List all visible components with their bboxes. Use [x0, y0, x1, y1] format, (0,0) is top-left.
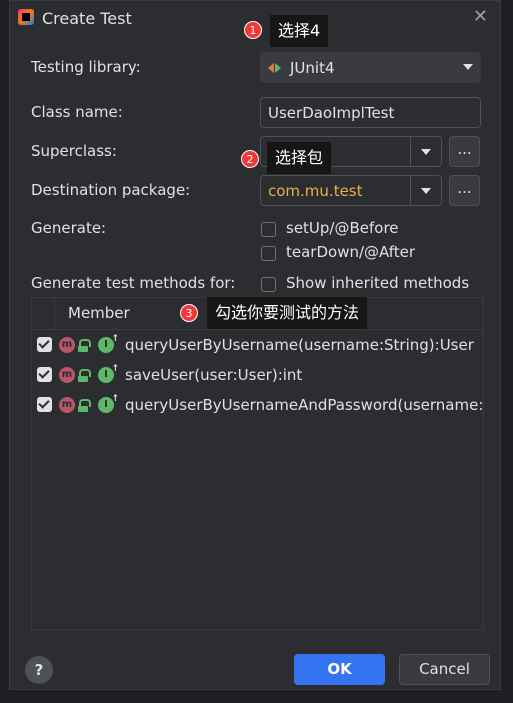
annotation-badge-1: 1 [244, 21, 262, 39]
editor-background-bottom [0, 690, 513, 703]
method-icon: m [59, 367, 75, 383]
methods-for-label: Generate test methods for: [31, 274, 236, 292]
annotation-badge-3: 3 [180, 304, 198, 322]
method-icon: m [59, 397, 75, 413]
implements-icon: I [98, 362, 119, 383]
class-name-value: UserDaoImplTest [268, 103, 395, 122]
lock-icon [78, 399, 91, 412]
lock-icon [78, 369, 91, 382]
method-checkbox[interactable] [37, 367, 52, 382]
show-inherited-label[interactable]: Show inherited methods [286, 274, 469, 292]
destination-package-label: Destination package: [31, 181, 191, 199]
junit-icon [268, 62, 282, 74]
teardown-checkbox[interactable] [261, 246, 276, 261]
method-signature: queryUserByUsername(username:String):Use… [125, 336, 474, 354]
destination-package-value: com.mu.test [268, 181, 363, 200]
editor-background-left [0, 0, 9, 703]
class-name-label: Class name: [31, 103, 123, 121]
show-inherited-checkbox[interactable] [261, 277, 276, 292]
combo-separator [410, 176, 411, 205]
method-checkbox[interactable] [37, 397, 52, 412]
create-test-dialog: Create Test ✕ Testing library: JUnit4 Cl… [9, 0, 501, 690]
testing-library-value: JUnit4 [290, 58, 335, 77]
intellij-icon [18, 9, 34, 25]
method-icon: m [59, 337, 75, 353]
destination-package-input[interactable]: com.mu.test [260, 175, 442, 206]
setup-label[interactable]: setUp/@Before [286, 219, 399, 237]
table-row[interactable]: m I queryUserByUsername(username:String)… [32, 330, 483, 360]
setup-checkbox[interactable] [261, 222, 276, 237]
table-row[interactable]: m I saveUser(user:User):int [32, 360, 483, 390]
close-icon[interactable]: ✕ [473, 6, 488, 27]
chevron-down-icon[interactable] [421, 188, 431, 194]
editor-background-right [501, 0, 513, 703]
member-column-header[interactable]: Member [68, 304, 130, 322]
annotation-badge-2: 2 [241, 150, 259, 168]
implements-icon: I [98, 332, 119, 353]
annotation-callout-1: 选择4 [270, 15, 329, 47]
superclass-browse-button[interactable]: ... [449, 136, 480, 167]
method-signature: queryUserByUsernameAndPassword(username: [125, 396, 483, 414]
generate-label: Generate: [31, 219, 107, 237]
chevron-down-icon [463, 64, 473, 70]
chevron-down-icon[interactable] [421, 149, 431, 155]
testing-library-label: Testing library: [31, 58, 141, 76]
members-table: Member m I queryUserByUsername(username:… [31, 297, 484, 630]
superclass-label: Superclass: [31, 142, 117, 160]
header-separator [54, 298, 55, 329]
method-signature: saveUser(user:User):int [125, 366, 303, 384]
implements-icon: I [98, 392, 119, 413]
teardown-label[interactable]: tearDown/@After [286, 243, 415, 261]
lock-icon [78, 339, 91, 352]
help-button[interactable]: ? [25, 656, 53, 684]
table-row[interactable]: m I queryUserByUsernameAndPassword(usern… [32, 390, 483, 420]
method-checkbox[interactable] [37, 337, 52, 352]
dialog-title: Create Test [42, 9, 132, 28]
cancel-button[interactable]: Cancel [399, 654, 490, 685]
combo-separator [410, 137, 411, 166]
members-list: m I queryUserByUsername(username:String)… [32, 330, 483, 629]
annotation-callout-2: 选择包 [267, 142, 332, 174]
package-browse-button[interactable]: ... [449, 175, 480, 206]
class-name-input[interactable]: UserDaoImplTest [260, 97, 481, 128]
ok-button[interactable]: OK [294, 654, 385, 685]
testing-library-select[interactable]: JUnit4 [260, 52, 481, 83]
annotation-callout-3: 勾选你要测试的方法 [207, 297, 368, 329]
